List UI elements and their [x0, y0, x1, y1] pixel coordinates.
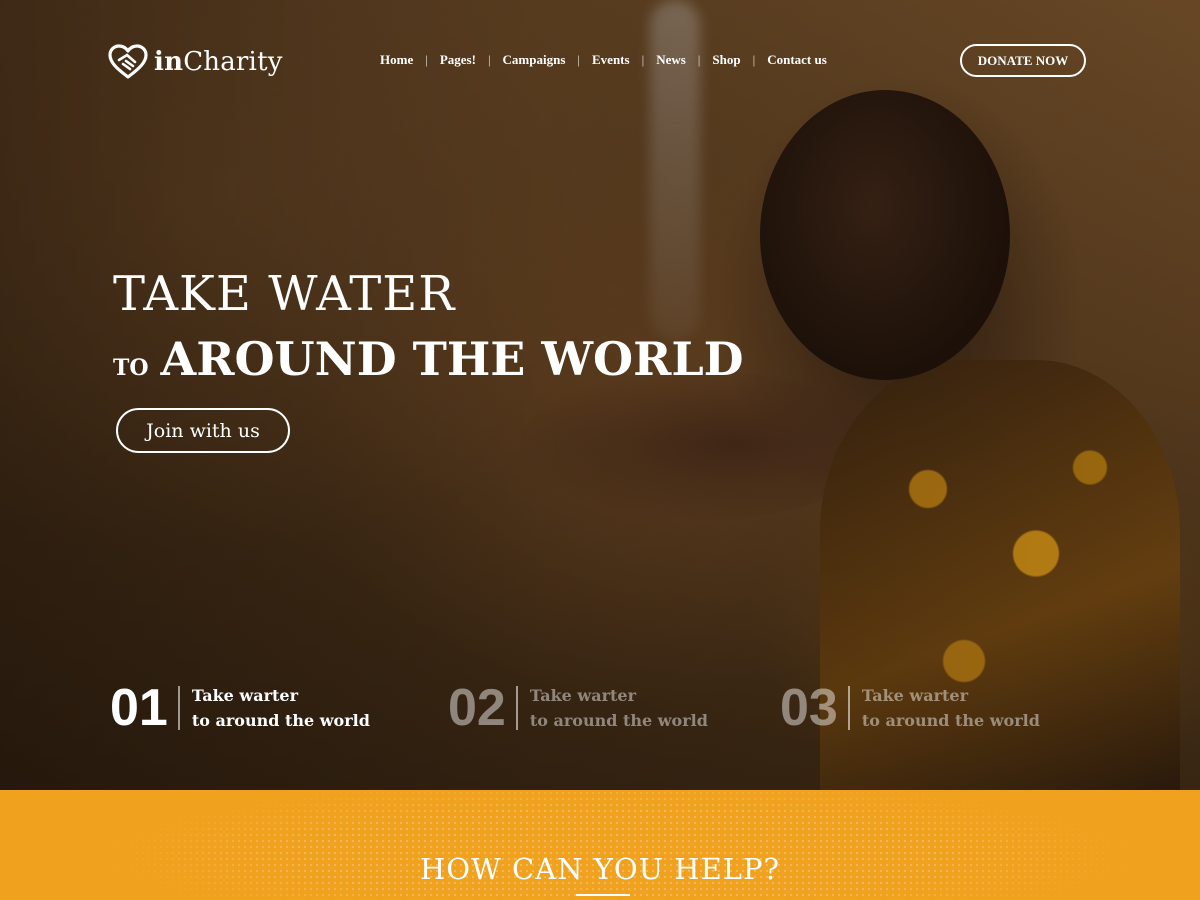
nav-item-pages[interactable]: Pages!	[428, 52, 488, 68]
hero-title-line1: TAKE WATER	[113, 266, 456, 322]
donate-now-button[interactable]: DONATE NOW	[960, 44, 1086, 77]
nav-separator: |	[487, 52, 491, 67]
step-number: 01	[110, 679, 168, 737]
step-item-02[interactable]: 02 Take warter to around the world	[448, 678, 708, 738]
heart-handshake-icon	[108, 44, 148, 79]
step-text: Take warter to around the world	[530, 683, 708, 733]
nav-separator: |	[641, 52, 645, 67]
join-with-us-button[interactable]: Join with us	[116, 408, 290, 453]
help-section-title: HOW CAN YOU HELP?	[419, 852, 781, 886]
nav-item-home[interactable]: Home	[368, 52, 425, 68]
nav-item-campaigns[interactable]: Campaigns	[491, 52, 578, 68]
hero-title-main: AROUND THE WORLD	[160, 332, 744, 386]
step-line2: to around the world	[861, 711, 1040, 730]
nav-separator: |	[752, 52, 756, 67]
step-item-03[interactable]: 03 Take warter to around the world	[780, 678, 1040, 738]
hero-title-line2: TO AROUND THE WORLD	[113, 332, 744, 386]
step-divider	[515, 686, 518, 730]
site-logo[interactable]: inCharity	[108, 44, 283, 80]
step-text: Take warter to around the world	[862, 683, 1040, 733]
help-section: HOW CAN YOU HELP?	[0, 790, 1200, 900]
hero-background	[0, 0, 1200, 790]
step-number: 02	[448, 679, 506, 737]
nav-separator: |	[425, 52, 428, 67]
nav-item-shop[interactable]: Shop	[700, 52, 752, 68]
brand-name: inCharity	[154, 47, 283, 77]
step-divider	[847, 686, 850, 730]
nav-separator: |	[577, 52, 581, 67]
child-figure-head	[760, 90, 1010, 380]
step-line1: Take warter	[529, 686, 636, 705]
step-line2: to around the world	[191, 711, 370, 730]
step-divider	[177, 686, 180, 730]
water-stream	[650, 0, 700, 340]
cupped-hands	[520, 370, 880, 520]
nav-item-events[interactable]: Events	[580, 52, 642, 68]
step-line1: Take warter	[861, 686, 968, 705]
nav-item-contact[interactable]: Contact us	[755, 52, 839, 68]
help-title-underline	[576, 894, 630, 896]
nav-separator: |	[697, 52, 701, 67]
step-line2: to around the world	[529, 711, 708, 730]
step-number: 03	[780, 679, 838, 737]
step-text: Take warter to around the world	[192, 683, 370, 733]
main-nav: Home | Pages! | Campaigns | Events | New…	[368, 52, 839, 68]
step-line1: Take warter	[191, 686, 298, 705]
step-item-01[interactable]: 01 Take warter to around the world	[110, 678, 370, 738]
hero-title-prefix: TO	[113, 355, 149, 381]
nav-item-news[interactable]: News	[644, 52, 698, 68]
